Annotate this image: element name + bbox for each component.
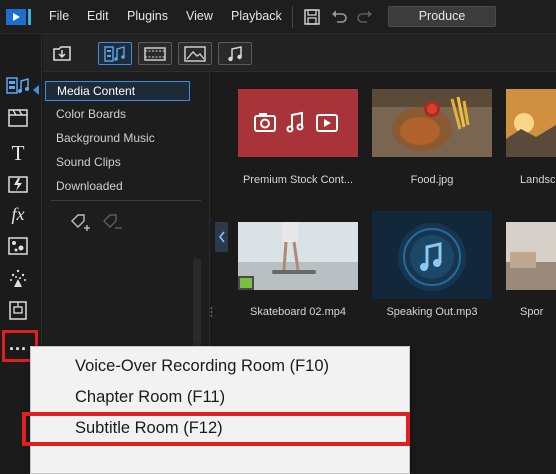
undo-icon[interactable] [330, 8, 348, 26]
menu-view[interactable]: View [186, 9, 213, 23]
svg-text:fx: fx [12, 204, 25, 224]
media-tile-speaking-out[interactable] [372, 211, 492, 299]
media-tile-landscape[interactable] [506, 89, 556, 157]
menu-playback[interactable]: Playback [231, 9, 282, 23]
video-filter-icon [144, 46, 166, 61]
app-logo-icon [6, 9, 31, 25]
image-filter-icon [184, 45, 206, 62]
media-tile-skateboard[interactable] [238, 222, 358, 290]
collapse-panel-button[interactable] [215, 222, 228, 252]
fx-room-icon [8, 109, 28, 127]
category-color-boards[interactable]: Color Boards [45, 105, 190, 125]
show-all-media-button[interactable] [98, 42, 132, 65]
svg-text:T: T [12, 141, 25, 163]
menu-edit[interactable]: Edit [87, 9, 109, 23]
redo-icon[interactable] [356, 8, 374, 26]
title-room-icon: T [12, 141, 25, 163]
media-label: Skateboard 02.mp4 [249, 306, 346, 318]
menu-bar: File Edit Plugins View Playback Produce [0, 0, 556, 34]
fx-icon: fx [12, 204, 25, 224]
pip-room-button[interactable] [5, 234, 31, 258]
video-audio-filter-icon [104, 45, 125, 62]
fx-room-button[interactable] [5, 106, 31, 130]
category-sound-clips[interactable]: Sound Clips [45, 153, 190, 173]
remove-tag-icon[interactable] [101, 212, 123, 234]
active-room-indicator [33, 85, 39, 95]
pip-icon [8, 237, 28, 255]
category-downloaded[interactable]: Downloaded [45, 177, 190, 197]
menu-plugins[interactable]: Plugins [127, 9, 168, 23]
media-tile-premium-stock[interactable] [238, 89, 358, 157]
library-toolbar [43, 34, 556, 72]
particle-room-button[interactable] [5, 266, 31, 290]
fx-button[interactable]: fx [5, 202, 31, 226]
category-divider [51, 200, 201, 201]
audio-filter-icon [228, 45, 242, 61]
category-media-content[interactable]: Media Content [45, 81, 190, 101]
category-background-music[interactable]: Background Music [45, 129, 190, 149]
media-tile-food[interactable] [372, 89, 492, 157]
show-video-button[interactable] [138, 42, 172, 65]
landscape-thumbnail [506, 89, 556, 157]
food-thumbnail [372, 89, 492, 157]
add-tag-icon[interactable] [69, 212, 91, 234]
subtitle-room-button[interactable] [5, 298, 31, 322]
media-label: Food.jpg [410, 174, 454, 186]
chevron-left-icon [218, 231, 225, 243]
transition-room-button[interactable] [5, 172, 31, 196]
audio-thumbnail [372, 211, 492, 299]
show-audio-button[interactable] [218, 42, 252, 65]
menu-separator [292, 6, 293, 28]
premium-stock-icons [254, 111, 338, 133]
skateboard-thumbnail [238, 222, 358, 290]
produce-button[interactable]: Produce [388, 6, 496, 27]
menu-file[interactable]: File [49, 9, 69, 23]
rooms-popup-menu: Voice-Over Recording Room (F10) Chapter … [30, 346, 410, 474]
media-room-button[interactable] [5, 74, 31, 98]
sports-thumbnail [506, 222, 556, 290]
subtitle-icon [9, 301, 27, 320]
subtitle-room-highlight [22, 412, 410, 446]
media-label: Landsc [520, 174, 556, 186]
import-media-icon[interactable] [52, 44, 72, 62]
show-images-button[interactable] [178, 42, 212, 65]
menu-item-chapter-room[interactable]: Chapter Room (F11) [75, 388, 225, 407]
particle-icon [10, 269, 26, 287]
media-label: Speaking Out.mp3 [386, 306, 478, 318]
media-room-icon [6, 77, 29, 94]
media-tile-sports[interactable] [506, 222, 556, 290]
save-icon[interactable] [303, 8, 321, 26]
title-room-button[interactable]: T [5, 140, 31, 164]
media-label: Premium Stock Cont... [242, 174, 354, 186]
transition-room-icon [8, 176, 28, 193]
media-label: Spor [520, 306, 544, 318]
splitter-grip-icon[interactable] [210, 306, 213, 318]
menu-item-voice-over-room[interactable]: Voice-Over Recording Room (F10) [75, 357, 329, 376]
